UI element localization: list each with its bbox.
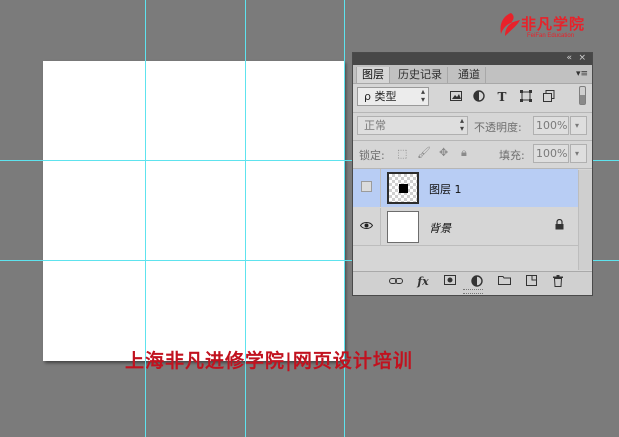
shape-filter-icon[interactable] — [519, 90, 533, 104]
layer-thumbnail[interactable] — [387, 172, 419, 204]
filter-row: ρ 类型 ▴ ▾ T — [353, 86, 592, 107]
lock-icon[interactable] — [555, 218, 564, 233]
tab-layers[interactable]: 图层 — [356, 67, 390, 83]
blend-row: 正常 ▴ ▾ 不透明度: 100% ▾ — [353, 116, 592, 136]
visibility-cell[interactable] — [353, 208, 381, 246]
filter-kind-label: 类型 — [374, 90, 397, 103]
document-canvas[interactable] — [43, 61, 344, 361]
brand-mark-icon — [500, 13, 520, 36]
adjustment-layer-icon[interactable] — [469, 275, 485, 289]
layers-panel: « × 图层 历史记录 通道 ▾≡ ρ 类型 ▴ ▾ T 正常 ▴ ▾ 不透明度… — [352, 52, 593, 296]
lock-label: 锁定: — [359, 149, 385, 162]
layer-row-layer1[interactable]: 图层 1 — [353, 169, 578, 207]
trash-icon[interactable] — [550, 275, 566, 289]
layer-name[interactable]: 背景 — [429, 220, 451, 236]
spinner-arrows-icon: ▴ ▾ — [459, 116, 464, 133]
collapse-icon[interactable]: « — [566, 53, 572, 64]
opacity-label: 不透明度: — [474, 121, 522, 134]
brand-title: 非凡学院 — [521, 15, 586, 33]
lock-image-pixels-brush-icon[interactable]: 🖌︎ — [417, 146, 431, 159]
blend-mode-value: 正常 — [364, 119, 386, 132]
panel-title-bar[interactable]: « × — [353, 53, 592, 65]
lock-position-move-icon[interactable]: ✥ — [439, 146, 448, 159]
close-icon[interactable]: × — [578, 53, 586, 64]
tab-channels[interactable]: 通道 — [453, 67, 486, 83]
fill-label: 填充: — [499, 149, 525, 162]
divider — [353, 140, 592, 141]
resize-grip[interactable] — [463, 289, 483, 294]
lock-row: 锁定: ⬚ 🖌︎ ✥ 🔒︎ 填充: 100% ▾ — [353, 144, 592, 164]
panel-tabs: 图层 历史记录 通道 ▾≡ — [353, 65, 592, 84]
layers-bottom-toolbar: fx — [353, 271, 592, 295]
filter-kind-select[interactable]: ρ 类型 ▴ ▾ — [357, 87, 429, 106]
opacity-input[interactable]: 100% — [533, 116, 569, 135]
watermark-text: 上海非凡进修学院|网页设计培训 — [125, 350, 413, 372]
brand-logo: 非凡学院 FeiFan Education — [497, 8, 597, 48]
filter-toggle-switch[interactable] — [579, 86, 586, 105]
image-filter-icon[interactable] — [449, 90, 463, 104]
search-icon: ρ — [364, 90, 371, 103]
new-group-icon[interactable] — [496, 275, 512, 289]
fx-icon[interactable]: fx — [415, 275, 431, 289]
smart-object-filter-icon[interactable] — [542, 90, 556, 104]
blend-mode-select[interactable]: 正常 ▴ ▾ — [357, 116, 468, 135]
link-layers-icon[interactable] — [388, 275, 404, 289]
new-layer-icon[interactable] — [523, 275, 539, 289]
tab-history[interactable]: 历史记录 — [393, 67, 448, 83]
visibility-cell[interactable] — [353, 169, 381, 207]
layer-row-background[interactable]: 背景 — [353, 208, 578, 246]
lock-transparent-pixels-icon[interactable]: ⬚ — [397, 147, 407, 160]
adjustment-filter-icon[interactable] — [472, 90, 486, 104]
layers-scrollbar[interactable] — [578, 170, 592, 270]
lock-all-icon[interactable]: 🔒︎ — [461, 146, 467, 160]
fill-dropdown-icon[interactable]: ▾ — [570, 144, 587, 163]
fill-input[interactable]: 100% — [533, 144, 569, 163]
panel-menu-icon[interactable]: ▾≡ — [576, 69, 588, 79]
visibility-toggle[interactable] — [361, 181, 372, 192]
layer-thumbnail[interactable] — [387, 211, 419, 243]
spinner-arrows-icon: ▴ ▾ — [420, 87, 425, 104]
divider — [353, 112, 592, 113]
eye-icon[interactable] — [359, 220, 374, 233]
layer-name[interactable]: 图层 1 — [429, 181, 462, 197]
add-mask-icon[interactable] — [442, 275, 458, 289]
brand-subtitle: FeiFan Education — [527, 33, 575, 39]
opacity-dropdown-icon[interactable]: ▾ — [570, 116, 587, 135]
type-filter-icon[interactable]: T — [495, 90, 509, 104]
